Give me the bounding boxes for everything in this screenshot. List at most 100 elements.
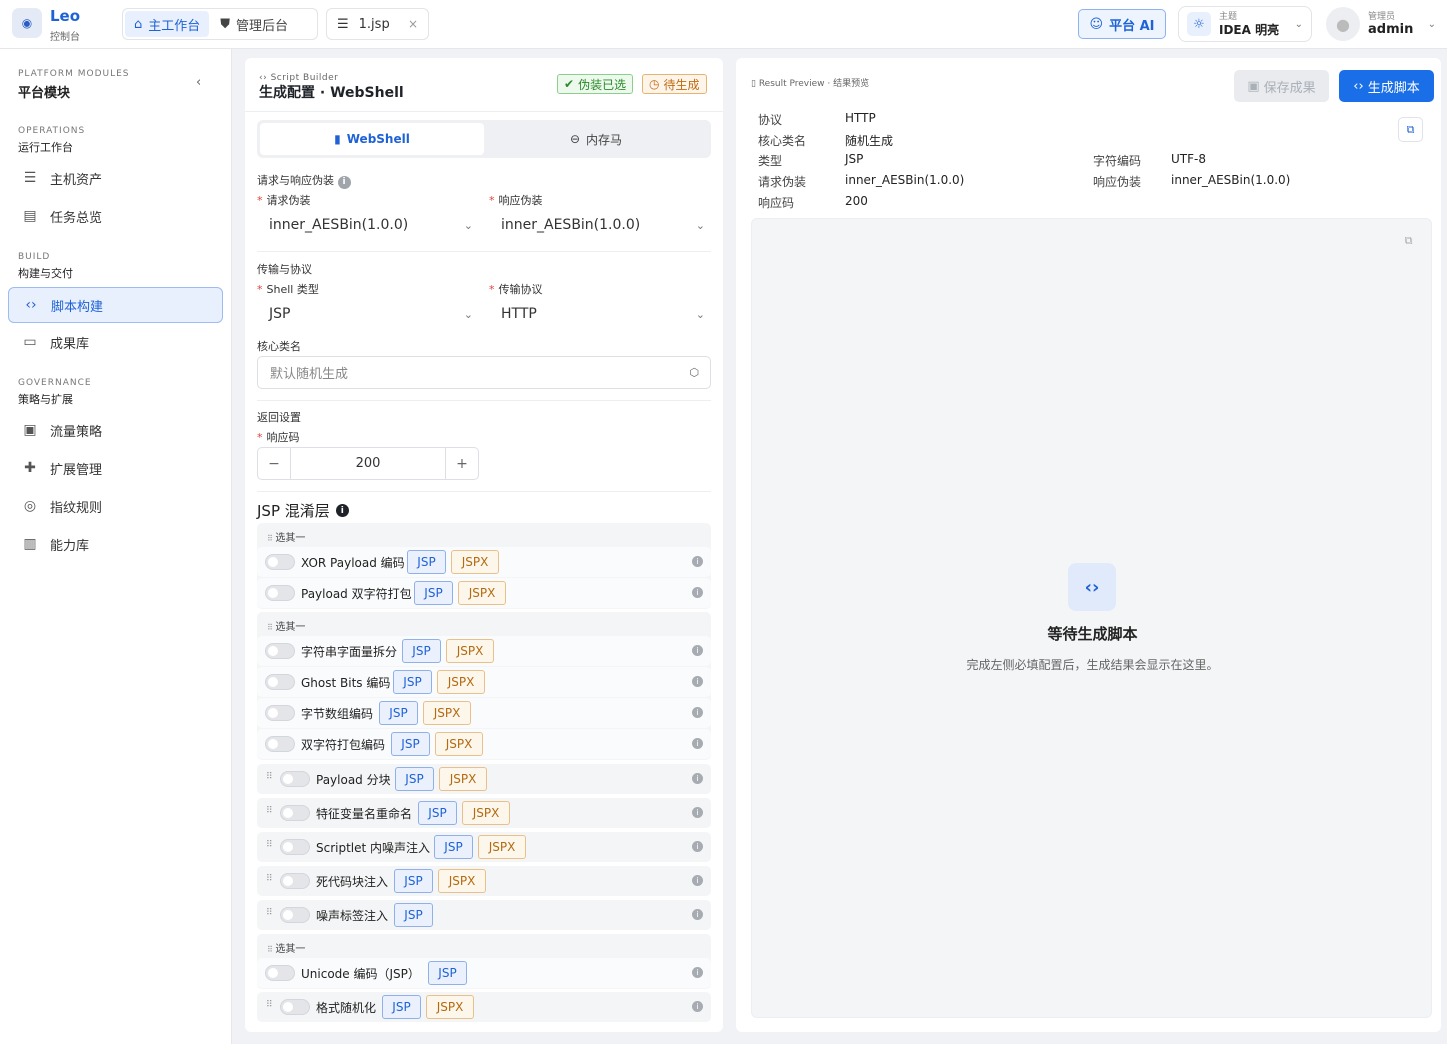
info-icon[interactable]: i — [692, 676, 703, 687]
user-menu[interactable]: ● 管理员 admin ⌄ — [1326, 6, 1436, 42]
sidebar-item-script-build[interactable]: ‹› 脚本构建 — [8, 287, 223, 323]
info-icon[interactable]: i — [692, 841, 703, 852]
obf-toggle[interactable] — [265, 643, 295, 659]
tag-jsp[interactable]: JSP — [402, 639, 441, 663]
fingerprint-icon: ◎ — [23, 498, 37, 514]
tag-jsp[interactable]: JSP — [391, 732, 430, 756]
tag-jspx[interactable]: JSPX — [438, 869, 486, 893]
tag-jsp[interactable]: JSP — [428, 961, 467, 985]
obf-toggle[interactable] — [265, 736, 295, 752]
tag-jspx[interactable]: JSPX — [435, 732, 483, 756]
tag-jspx[interactable]: JSPX — [458, 581, 506, 605]
info-icon[interactable]: i — [692, 707, 703, 718]
close-icon[interactable]: × — [408, 17, 418, 31]
drag-handle-icon[interactable]: ⠿ — [266, 874, 273, 884]
tag-jsp[interactable]: JSP — [407, 550, 446, 574]
sidebar-item-extensions[interactable]: ✚ 扩展管理 — [8, 450, 223, 486]
tag-jsp[interactable]: JSP — [393, 670, 432, 694]
tag-jsp[interactable]: JSP — [394, 903, 433, 927]
drag-handle-icon[interactable]: ⠿ — [266, 806, 273, 816]
copy-icon[interactable]: ⧉ — [1396, 228, 1421, 253]
sidebar-item-tasks[interactable]: ▤ 任务总览 — [8, 198, 223, 234]
generate-button[interactable]: ‹› 生成脚本 — [1339, 70, 1434, 102]
obf-toggle[interactable] — [265, 965, 295, 981]
info-icon[interactable]: i — [692, 807, 703, 818]
tag-jsp[interactable]: JSP — [418, 801, 457, 825]
tag-jspx[interactable]: JSPX — [423, 701, 471, 725]
obf-row[interactable]: ⠿ 特征变量名重命名 JSP JSPX i — [257, 798, 711, 828]
nav-workbench-button[interactable]: ⌂ 主工作台 — [125, 11, 210, 37]
tag-jsp[interactable]: JSP — [394, 869, 433, 893]
obf-toggle[interactable] — [280, 805, 310, 821]
obf-toggle[interactable] — [280, 839, 310, 855]
sidebar-item-traffic[interactable]: ▣ 流量策略 — [8, 412, 223, 448]
collapse-icon[interactable]: ‹ — [196, 75, 201, 90]
sidebar-item-hosts[interactable]: ☰ 主机资产 — [8, 160, 223, 196]
info-icon[interactable]: i — [692, 587, 703, 598]
info-icon[interactable]: i — [692, 967, 703, 978]
file-tab[interactable]: ☰ 1.jsp × — [326, 8, 429, 40]
info-icon[interactable]: i — [692, 645, 703, 656]
tag-jspx[interactable]: JSPX — [439, 767, 487, 791]
info-icon[interactable]: i — [692, 1001, 703, 1012]
obf-toggle[interactable] — [265, 674, 295, 690]
drag-handle-icon[interactable]: ⠿ — [266, 908, 273, 918]
tag-jsp[interactable]: JSP — [434, 835, 473, 859]
response-disguise-select[interactable]: inner_AESBin(1.0.0) ⌄ — [489, 210, 711, 240]
save-button[interactable]: ▣ 保存成果 — [1234, 70, 1329, 102]
info-icon[interactable]: i — [692, 909, 703, 920]
tag-jspx[interactable]: JSPX — [437, 670, 485, 694]
tab-memshell[interactable]: ⊖ 内存马 — [484, 123, 708, 155]
response-disguise-label: * 响应伪装 — [489, 194, 543, 207]
obf-toggle[interactable] — [265, 705, 295, 721]
drag-handle-icon[interactable]: ⠿ — [266, 1000, 273, 1010]
tag-jsp[interactable]: JSP — [379, 701, 418, 725]
theme-selector[interactable]: ☼ 主题 IDEA 明亮 ⌄ — [1178, 6, 1312, 42]
info-icon[interactable]: i — [692, 556, 703, 567]
info-icon[interactable]: i — [335, 504, 349, 517]
protocol-select[interactable]: HTTP ⌄ — [489, 299, 711, 329]
tag-jspx[interactable]: JSPX — [462, 801, 510, 825]
tag-jspx[interactable]: JSPX — [446, 639, 494, 663]
obf-toggle[interactable] — [280, 873, 310, 889]
tag-jspx[interactable]: JSPX — [478, 835, 526, 859]
obf-toggle[interactable] — [265, 554, 295, 570]
logo-icon[interactable]: ◉ — [12, 8, 42, 38]
tag-jsp[interactable]: JSP — [395, 767, 434, 791]
obf-row[interactable]: ⠿ 死代码块注入 JSP JSPX i — [257, 866, 711, 896]
copy-icon[interactable]: ⧉ — [1398, 117, 1423, 142]
obf-toggle[interactable] — [280, 999, 310, 1015]
obf-row[interactable]: ⠿ Payload 分块 JSP JSPX i — [257, 764, 711, 794]
response-code-value[interactable]: 200 — [290, 448, 446, 479]
info-icon[interactable]: i — [337, 175, 351, 189]
platform-ai-button[interactable]: ☺ 平台 AI — [1078, 9, 1166, 39]
sidebar-item-fingerprint[interactable]: ◎ 指纹规则 — [8, 488, 223, 524]
drag-handle-icon[interactable]: ⠿ — [266, 772, 273, 782]
tag-jspx[interactable]: JSPX — [426, 995, 474, 1019]
shell-type-select[interactable]: JSP ⌄ — [257, 299, 479, 329]
drag-handle-icon[interactable]: ⠿ — [266, 840, 273, 850]
nav-admin-button[interactable]: ⛊ 管理后台 — [211, 11, 297, 37]
core-class-input[interactable]: 默认随机生成 ⬡ — [257, 356, 711, 389]
tag-jspx[interactable]: JSPX — [451, 550, 499, 574]
info-icon[interactable]: i — [692, 738, 703, 749]
obf-row[interactable]: ⠿ Scriptlet 内噪声注入 JSP JSPX i — [257, 832, 711, 862]
request-disguise-select[interactable]: inner_AESBin(1.0.0) ⌄ — [257, 210, 479, 240]
tag-jsp[interactable]: JSP — [414, 581, 453, 605]
obf-toggle[interactable] — [265, 585, 295, 601]
sidebar-item-capabilities[interactable]: ▥ 能力库 — [8, 526, 223, 562]
tab-webshell[interactable]: ▮ WebShell — [260, 123, 484, 155]
minus-icon[interactable]: − — [258, 448, 290, 479]
code-icon: ‹› — [25, 297, 37, 313]
info-icon[interactable]: i — [692, 773, 703, 784]
obf-toggle[interactable] — [280, 907, 310, 923]
info-icon[interactable]: i — [692, 875, 703, 886]
obf-toggle[interactable] — [280, 771, 310, 787]
section-transport: 传输与协议 — [257, 263, 312, 276]
cube-icon[interactable]: ⬡ — [689, 366, 699, 379]
sidebar-item-artifacts[interactable]: ▭ 成果库 — [8, 324, 223, 360]
plus-icon[interactable]: + — [446, 448, 478, 479]
tag-jsp[interactable]: JSP — [382, 995, 421, 1019]
obf-row[interactable]: ⠿ 噪声标签注入 JSP i — [257, 900, 711, 930]
obf-row[interactable]: ⠿ 格式随机化 JSP JSPX i — [257, 992, 711, 1022]
